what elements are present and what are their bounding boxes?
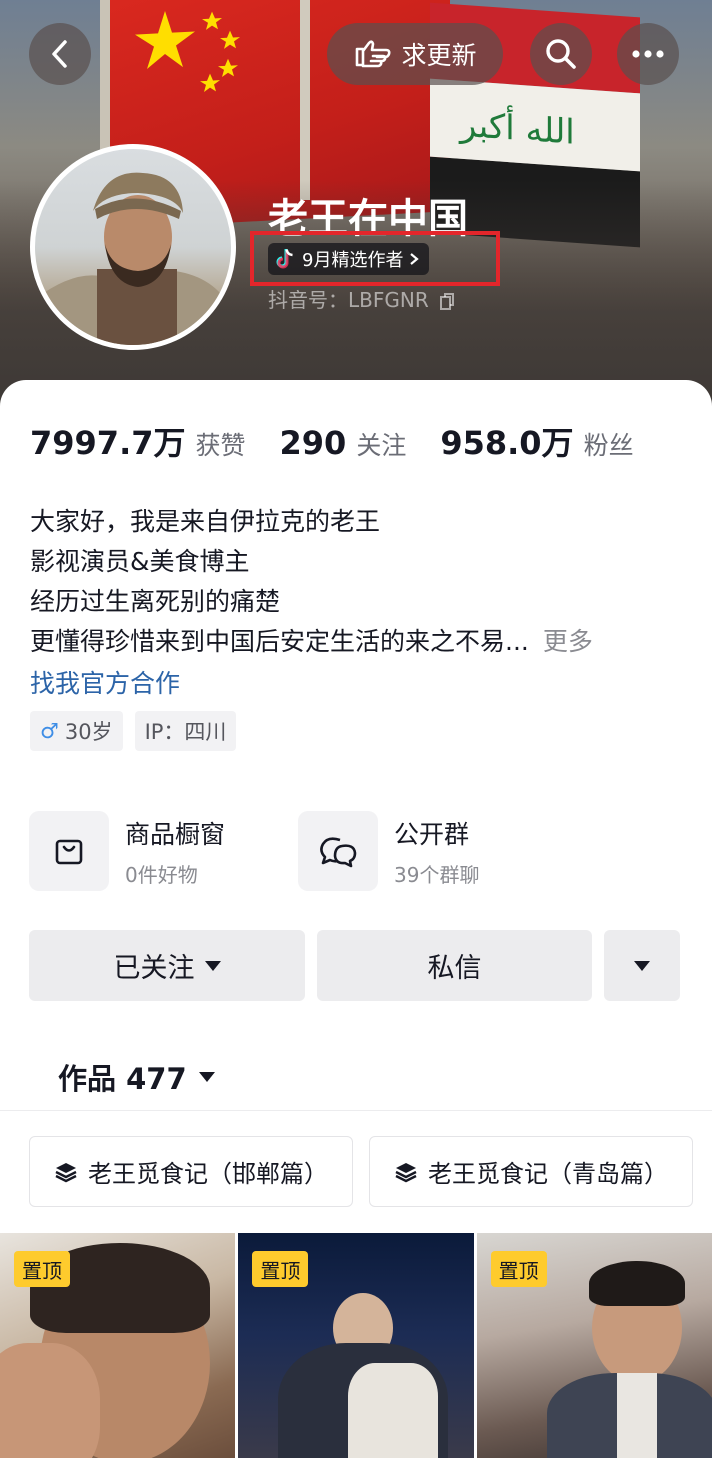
public-group-entry[interactable]: 公开群 39个群聊 — [298, 811, 479, 891]
back-button[interactable] — [29, 23, 91, 85]
collections-row: 老王觅食记（邯郸篇） 老王觅食记（青岛篇） — [29, 1136, 693, 1207]
profile-card: 7997.7万 获赞 290 关注 958.0万 粉丝 大家好，我是来自伊拉克的… — [0, 380, 712, 1458]
profile-tags: ♂ 30岁 IP：四川 — [30, 711, 237, 751]
douyin-logo-icon — [276, 249, 293, 269]
stats-row: 7997.7万 获赞 290 关注 958.0万 粉丝 — [30, 418, 668, 464]
ip-location-tag: IP：四川 — [134, 711, 237, 751]
caret-down-icon — [634, 960, 650, 971]
search-icon — [546, 39, 576, 69]
likes-count: 7997.7万 — [30, 424, 186, 462]
caret-down-icon — [198, 1072, 215, 1082]
douyin-id[interactable]: 抖音号：LBFGNR — [268, 284, 455, 313]
request-update-label: 求更新 — [401, 41, 477, 70]
followers-label[interactable]: 粉丝 — [584, 426, 634, 462]
divider — [0, 1110, 712, 1111]
following-count[interactable]: 290 — [280, 424, 347, 462]
bio-more-button[interactable]: 更多 — [543, 627, 593, 656]
shop-window-title: 商品橱窗 — [125, 819, 226, 849]
layers-icon — [395, 1162, 417, 1182]
bio-line: 大家好，我是来自伊拉克的老王 — [30, 507, 381, 536]
action-buttons: 已关注 私信 — [29, 930, 680, 1001]
male-icon: ♂ — [40, 719, 59, 743]
more-options-button[interactable] — [617, 23, 679, 85]
followers-count[interactable]: 958.0万 — [440, 418, 573, 464]
chevron-left-icon — [52, 40, 67, 68]
bio-line: 更懂得珍惜来到中国后安定生活的来之不易... — [30, 627, 529, 656]
request-update-button[interactable]: 求更新 — [327, 23, 503, 85]
video-thumbnail[interactable]: 置顶 — [476, 1233, 712, 1458]
pointing-hand-icon — [356, 40, 391, 68]
caret-down-icon — [204, 960, 221, 971]
bio: 大家好，我是来自伊拉克的老王 影视演员&美食博主 经历过生离死别的痛楚 更懂得珍… — [30, 502, 690, 662]
bio-line: 影视演员&美食博主 — [30, 547, 250, 576]
pinned-badge: 置顶 — [14, 1251, 70, 1287]
collection-chip[interactable]: 老王觅食记（邯郸篇） — [29, 1136, 353, 1207]
search-button[interactable] — [530, 23, 592, 85]
avatar-photo — [35, 172, 231, 345]
avatar[interactable] — [30, 144, 236, 350]
expand-button[interactable] — [604, 930, 680, 1001]
copy-icon — [440, 292, 455, 310]
layers-icon — [55, 1162, 77, 1182]
pinned-badge: 置顶 — [252, 1251, 309, 1287]
video-thumbnail[interactable]: 置顶 — [0, 1233, 236, 1458]
tab-works[interactable]: 作品 477 — [58, 1056, 215, 1098]
public-group-subtitle: 39个群聊 — [394, 862, 480, 887]
age-tag: ♂ 30岁 — [30, 711, 123, 751]
bio-line: 经历过生离死别的痛楚 — [30, 587, 281, 616]
flag-pole — [300, 0, 310, 200]
chevron-right-icon — [410, 253, 420, 265]
more-dots-icon — [632, 50, 664, 58]
cooperation-link[interactable]: 找我官方合作 — [30, 664, 180, 700]
video-thumbnail[interactable]: 置顶 — [238, 1233, 474, 1458]
group-chat-icon — [320, 837, 357, 868]
shopping-bag-icon — [55, 839, 83, 865]
likes-label: 获赞 — [195, 431, 246, 460]
video-grid: 置顶 置顶 置顶 — [0, 1233, 712, 1458]
featured-creator-badge[interactable]: 9月精选作者 — [268, 243, 430, 275]
public-group-title: 公开群 — [394, 819, 470, 849]
shop-window-subtitle: 0件好物 — [125, 862, 198, 887]
shop-window-entry[interactable]: 商品橱窗 0件好物 — [29, 811, 225, 891]
following-label[interactable]: 关注 — [356, 426, 406, 462]
message-button[interactable]: 私信 — [317, 930, 592, 1001]
badge-text: 9月精选作者 — [302, 250, 404, 271]
pinned-badge: 置顶 — [490, 1251, 547, 1287]
followed-button[interactable]: 已关注 — [29, 930, 305, 1001]
collection-chip[interactable]: 老王觅食记（青岛篇） — [369, 1136, 693, 1207]
